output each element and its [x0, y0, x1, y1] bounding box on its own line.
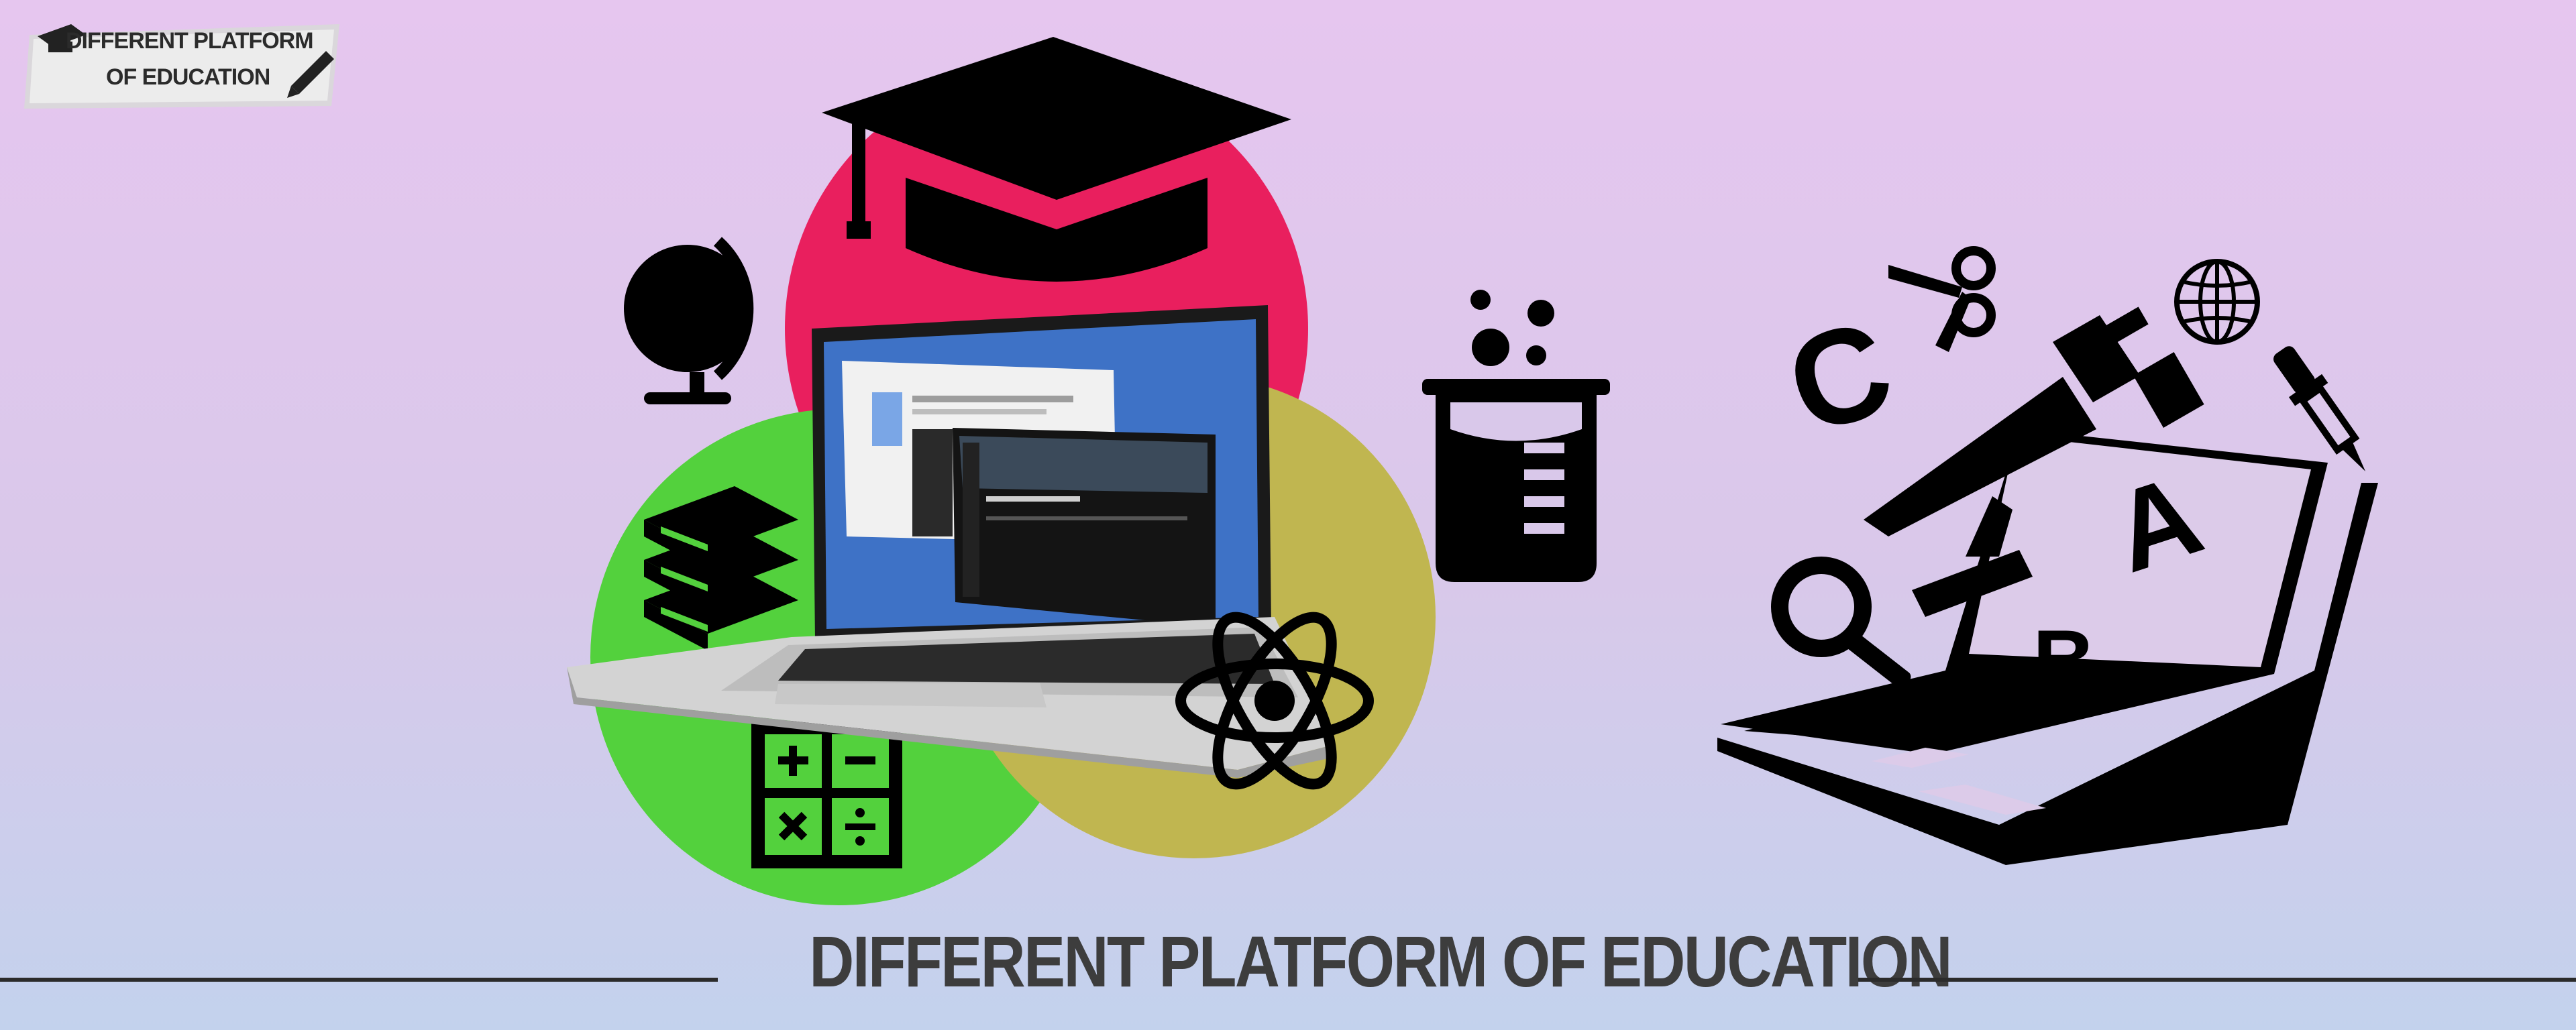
- globe-icon: [624, 237, 754, 404]
- illustration-canvas: C A B: [567, 37, 2378, 905]
- scissors-icon: [1888, 246, 1996, 352]
- magnifier-icon: [1771, 557, 1911, 689]
- banner-title: DIFFERENT PLATFORM OF EDUCATION: [809, 921, 1952, 1002]
- beaker-icon: [1422, 290, 1610, 582]
- letter-b: B: [2033, 612, 2096, 709]
- world-icon: [2174, 259, 2260, 345]
- trackpad: [775, 683, 1046, 707]
- letter-c: C: [1770, 291, 1909, 463]
- banner-rule-right: [1858, 978, 2576, 982]
- calculator-icon: [751, 721, 902, 868]
- banner-rule-left: [0, 978, 718, 982]
